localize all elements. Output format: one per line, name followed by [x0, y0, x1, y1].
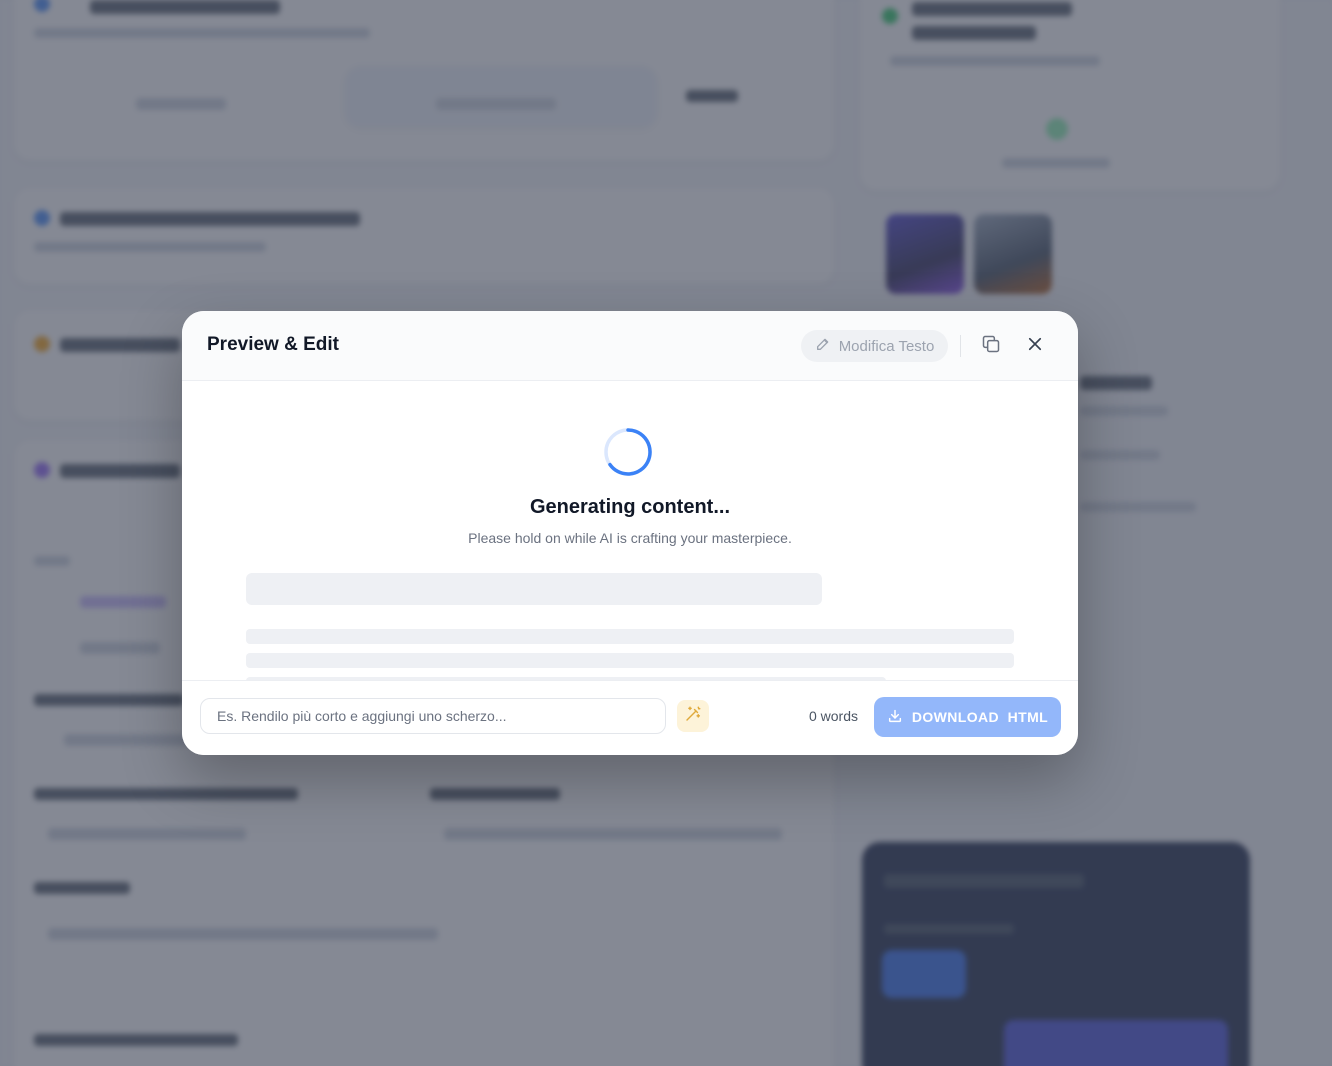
edit-text-label: Modifica Testo — [838, 337, 935, 355]
magic-rewrite-button[interactable] — [677, 700, 709, 732]
download-html-button[interactable]: DOWNLOAD HTML — [874, 697, 1061, 737]
close-button[interactable] — [1022, 333, 1048, 359]
skeleton-line — [246, 653, 1014, 668]
word-count: 0 words — [808, 708, 858, 724]
edit-text-button[interactable]: Modifica Testo — [801, 330, 948, 362]
download-html-label: DOWNLOAD HTML — [911, 709, 1049, 725]
skeleton-heading — [246, 573, 822, 605]
skeleton-line — [246, 629, 1014, 644]
modal-footer: 0 words DOWNLOAD HTML — [182, 680, 1078, 755]
pencil-icon — [815, 336, 831, 356]
preview-edit-modal: Preview & Edit Modifica Testo Generating… — [182, 311, 1078, 755]
download-icon — [887, 708, 903, 727]
refine-prompt-input[interactable] — [200, 698, 666, 734]
copy-icon — [981, 334, 1001, 359]
modal-body: Generating content... Please hold on whi… — [182, 381, 1078, 681]
spinner-icon — [604, 428, 652, 476]
header-divider — [960, 335, 961, 357]
modal-title: Preview & Edit — [207, 334, 339, 355]
modal-header: Preview & Edit Modifica Testo — [182, 311, 1078, 381]
close-icon — [1026, 335, 1044, 358]
generating-title: Generating content... — [529, 496, 731, 518]
magic-wand-icon — [684, 705, 702, 728]
copy-button[interactable] — [978, 333, 1004, 359]
generating-subtitle: Please hold on while AI is crafting your… — [468, 530, 792, 546]
